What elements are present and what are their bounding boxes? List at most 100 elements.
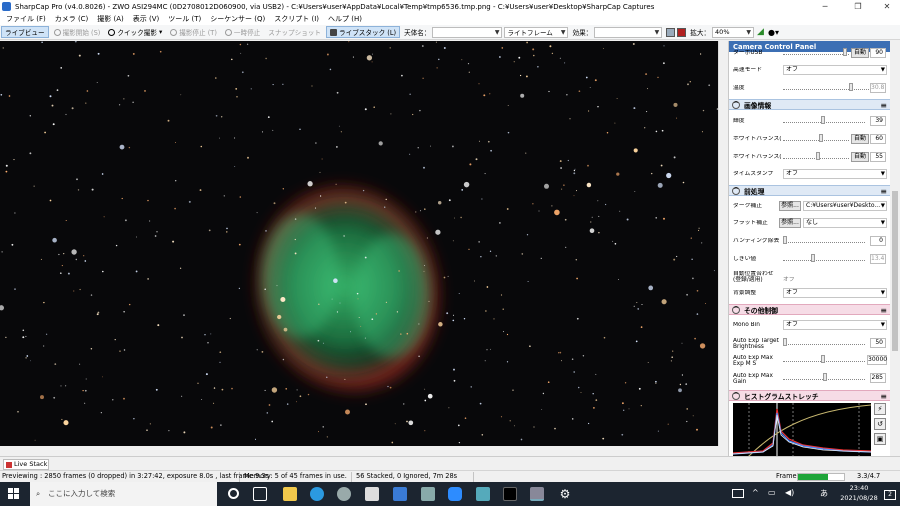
app-icon-4[interactable] bbox=[503, 487, 517, 501]
banding-slider[interactable] bbox=[783, 236, 865, 244]
network-icon[interactable]: ▭ bbox=[768, 488, 776, 497]
hamburger-menu-icon[interactable]: ≡ bbox=[880, 392, 887, 401]
live-stack-tab[interactable]: Live Stack bbox=[3, 459, 49, 470]
close-button[interactable]: ✕ bbox=[872, 0, 900, 13]
pause-button[interactable]: 一時停止 bbox=[222, 26, 263, 38]
turbo-usb-slider[interactable] bbox=[783, 48, 849, 56]
wb-blue-value[interactable]: 55 bbox=[870, 152, 886, 162]
slider-knob[interactable] bbox=[816, 152, 820, 160]
menu-view[interactable]: 表示 (V) bbox=[133, 14, 159, 24]
hamburger-menu-icon[interactable]: ≡ bbox=[880, 306, 887, 315]
high-speed-select[interactable]: オフ ▼ bbox=[783, 65, 887, 75]
histogram-display[interactable] bbox=[732, 403, 872, 456]
menu-file[interactable]: ファイル (F) bbox=[6, 14, 46, 24]
zoom-select[interactable]: 40% ▼ bbox=[712, 26, 755, 38]
keyboard-icon[interactable] bbox=[732, 489, 744, 498]
wb-blue-auto-button[interactable]: 自動 bbox=[851, 152, 869, 162]
slider-knob[interactable] bbox=[843, 48, 847, 56]
turbo-usb-auto-button[interactable]: 自動 bbox=[851, 48, 869, 58]
ae-max-gain-slider[interactable] bbox=[783, 373, 865, 381]
clock-time[interactable]: 23:40 bbox=[838, 484, 880, 492]
app-icon-2[interactable] bbox=[421, 487, 435, 501]
grid-icon[interactable] bbox=[666, 27, 676, 37]
brightness-value[interactable]: 39 bbox=[870, 116, 886, 126]
maximize-button[interactable]: ❐ bbox=[843, 0, 873, 13]
live-view-button[interactable]: ライブビュー bbox=[1, 26, 49, 38]
misc-controls-header[interactable]: ^ その他制御 ≡ bbox=[729, 304, 890, 315]
collapse-icon[interactable]: ^ bbox=[732, 100, 740, 109]
chevron-up-icon[interactable]: ^ bbox=[752, 488, 759, 497]
auto-stretch-icon[interactable]: ⚡ bbox=[874, 403, 886, 415]
start-capture-button[interactable]: 撮影開始 (S) bbox=[51, 26, 104, 38]
app-icon-3[interactable] bbox=[476, 487, 490, 501]
wb-red-value[interactable]: 60 bbox=[870, 134, 886, 144]
flat-file-select[interactable]: なし ▼ bbox=[803, 218, 887, 228]
sharpcap-taskbar-icon[interactable] bbox=[530, 487, 544, 501]
menu-scripting[interactable]: スクリプト (I) bbox=[274, 14, 319, 24]
dark-file-select[interactable]: C:¥Users¥user¥Deskto... ▼ bbox=[803, 201, 887, 211]
menu-camera[interactable]: カメラ (C) bbox=[55, 14, 89, 24]
taskbar-search-box[interactable]: ⌕ ここに入力して検索 bbox=[30, 482, 217, 506]
ae-max-gain-value[interactable]: 285 bbox=[870, 373, 886, 383]
volume-icon[interactable]: ◀) bbox=[785, 488, 794, 497]
slider-knob[interactable] bbox=[783, 236, 787, 244]
notification-icon[interactable]: 2 bbox=[884, 490, 896, 500]
target-name-input[interactable]: ▼ bbox=[432, 26, 503, 38]
wb-red-auto-button[interactable]: 自動 bbox=[851, 134, 869, 144]
ime-indicator[interactable]: あ bbox=[820, 488, 828, 499]
slider-knob[interactable] bbox=[783, 338, 787, 346]
color-icon[interactable] bbox=[677, 27, 687, 37]
brightness-slider[interactable] bbox=[783, 116, 865, 124]
preprocessing-header[interactable]: ^ 前処理 ≡ bbox=[729, 185, 890, 196]
frame-type-select[interactable]: ライトフレーム ▼ bbox=[504, 26, 569, 38]
minimize-button[interactable]: ─ bbox=[810, 0, 840, 13]
menu-capture[interactable]: 撮影 (A) bbox=[97, 14, 123, 24]
image-controls-header[interactable]: ^ 画像情報 ≡ bbox=[729, 99, 890, 110]
turbo-usb-value[interactable]: 90 bbox=[870, 48, 886, 58]
timestamp-select[interactable]: オフ ▼ bbox=[783, 169, 887, 179]
ae-target-slider[interactable] bbox=[783, 338, 865, 346]
reset-icon[interactable]: ↺ bbox=[874, 418, 886, 430]
collapse-icon[interactable]: ^ bbox=[732, 391, 740, 400]
wb-red-slider[interactable] bbox=[783, 134, 849, 142]
background-select[interactable]: オフ ▼ bbox=[783, 288, 887, 298]
menu-tools[interactable]: ツール (T) bbox=[168, 14, 201, 24]
menu-sequencer[interactable]: シーケンサー (Q) bbox=[210, 14, 265, 24]
hamburger-menu-icon[interactable]: ≡ bbox=[880, 187, 887, 196]
app-icon-1[interactable] bbox=[337, 487, 351, 501]
wb-blue-slider[interactable] bbox=[783, 152, 849, 160]
windows-start-icon[interactable] bbox=[8, 488, 20, 500]
quick-capture-button[interactable]: クイック撮影 ▾ bbox=[105, 26, 165, 38]
file-explorer-icon[interactable] bbox=[283, 487, 297, 501]
cortana-icon[interactable] bbox=[228, 488, 239, 499]
ae-max-exp-value[interactable]: 30000 bbox=[867, 355, 887, 365]
store-icon[interactable] bbox=[365, 487, 379, 501]
histogram-stretch-header[interactable]: ^ ヒストグラムストレッチ ≡ bbox=[729, 390, 890, 401]
edge-icon[interactable] bbox=[310, 487, 324, 501]
task-view-icon[interactable] bbox=[253, 487, 267, 501]
scrollbar-thumb[interactable] bbox=[892, 191, 898, 351]
hamburger-menu-icon[interactable]: ≡ bbox=[880, 101, 887, 110]
slider-knob[interactable] bbox=[819, 134, 823, 142]
camera-tools-icon[interactable]: ●▾ bbox=[768, 28, 779, 37]
mail-icon[interactable] bbox=[393, 487, 407, 501]
slider-knob[interactable] bbox=[821, 116, 825, 124]
ae-max-exp-slider[interactable] bbox=[783, 355, 865, 363]
collapse-icon[interactable]: ^ bbox=[732, 186, 740, 195]
save-icon[interactable]: ▣ bbox=[874, 433, 886, 445]
stop-capture-button[interactable]: 撮影停止 (T) bbox=[167, 26, 220, 38]
snapshot-button[interactable]: スナップショット bbox=[265, 26, 324, 38]
effect-select[interactable]: ▼ bbox=[594, 26, 663, 38]
ae-target-value[interactable]: 50 bbox=[870, 338, 886, 348]
collapse-icon[interactable]: ^ bbox=[732, 305, 740, 314]
camera-preview-image[interactable] bbox=[0, 41, 718, 446]
image-horizontal-scrollbar[interactable] bbox=[0, 446, 727, 455]
slider-knob[interactable] bbox=[821, 355, 825, 363]
clock-date[interactable]: 2021/08/28 bbox=[832, 494, 886, 502]
mono-bin-select[interactable]: オフ ▼ bbox=[783, 320, 887, 330]
menu-help[interactable]: ヘルプ (H) bbox=[328, 14, 362, 24]
slider-knob[interactable] bbox=[823, 373, 827, 381]
histogram-icon[interactable]: ◢ bbox=[757, 27, 764, 37]
image-vertical-scrollbar[interactable] bbox=[718, 41, 727, 446]
live-stack-button[interactable]: ライブスタック (L) bbox=[326, 26, 401, 38]
